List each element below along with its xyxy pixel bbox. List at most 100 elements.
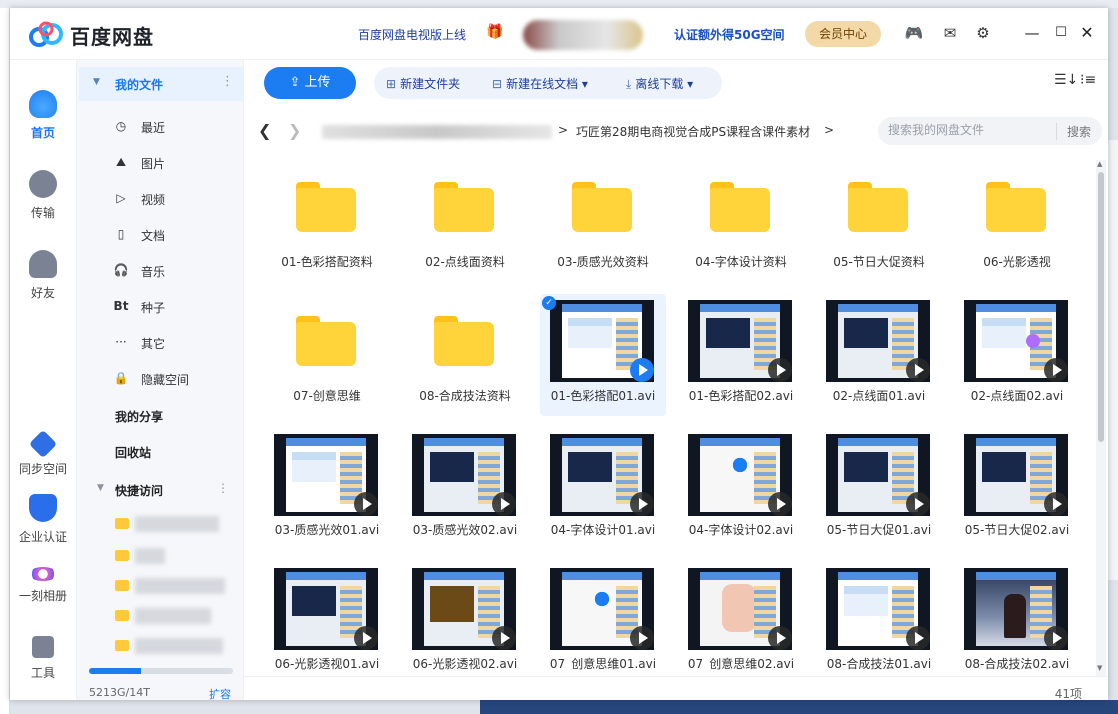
- play-icon[interactable]: [1044, 626, 1068, 650]
- back-arrow-icon[interactable]: ❮: [258, 121, 271, 140]
- play-icon[interactable]: [906, 626, 930, 650]
- new-folder-button[interactable]: ⊞ 新建文件夹: [386, 75, 460, 92]
- folder-tile[interactable]: 03-质感光效资料: [540, 160, 666, 282]
- file-name: 07_创意思维01.avi: [549, 657, 657, 670]
- video-tile[interactable]: 05-节日大促02.avi: [954, 428, 1080, 550]
- verify-space-link[interactable]: 认证额外得50G空间: [674, 26, 785, 43]
- upload-button[interactable]: ⇪ 上传: [264, 67, 356, 99]
- maximize-button[interactable]: ☐: [1050, 22, 1072, 44]
- nav-friends[interactable]: 好友: [10, 250, 76, 301]
- folder-tile[interactable]: 06-光影透视: [954, 160, 1080, 282]
- nav-album[interactable]: 一刻相册: [10, 560, 76, 604]
- video-tile[interactable]: 07_创意思维02.avi: [678, 562, 804, 670]
- file-name: 08-合成技法02.avi: [964, 657, 1070, 670]
- sidebar-item-recent[interactable]: ◷ 最近: [113, 116, 239, 138]
- user-avatar[interactable]: [523, 20, 643, 50]
- vip-center-button[interactable]: 会员中心: [805, 21, 881, 47]
- video-tile[interactable]: 04-字体设计01.avi: [540, 428, 666, 550]
- play-icon[interactable]: [906, 492, 930, 516]
- more-icon[interactable]: ⋮: [217, 481, 229, 495]
- video-tile[interactable]: 01-色彩搭配02.avi: [678, 294, 804, 416]
- mail-icon[interactable]: ✉: [939, 22, 961, 44]
- play-icon[interactable]: [354, 492, 378, 516]
- gift-icon[interactable]: 🎁: [486, 24, 503, 40]
- video-tile[interactable]: 04-字体设计02.avi: [678, 428, 804, 550]
- video-tile[interactable]: 03-质感光效02.avi: [402, 428, 528, 550]
- sort-icon[interactable]: ☰↓: [1054, 72, 1078, 88]
- video-tile[interactable]: 02-点线面02.avi: [954, 294, 1080, 416]
- breadcrumb-current[interactable]: 巧匠第28期电商视觉合成PS课程含课件素材: [576, 123, 810, 140]
- forward-arrow-icon[interactable]: ❯: [288, 121, 301, 140]
- sidebar-item-music[interactable]: 🎧 音乐: [113, 260, 239, 282]
- quick-access-item[interactable]: [115, 608, 227, 624]
- my-files-header[interactable]: ▼ 我的文件 ⋮: [79, 67, 243, 101]
- sidebar-item-recycle[interactable]: 回收站: [115, 444, 151, 461]
- play-icon[interactable]: [630, 626, 654, 650]
- play-icon[interactable]: [768, 492, 792, 516]
- nav-enterprise[interactable]: 企业认证: [10, 494, 76, 545]
- folder-tile[interactable]: 07-创意思维: [264, 294, 390, 416]
- folder-tile[interactable]: 02-点线面资料: [402, 160, 528, 282]
- play-icon[interactable]: [630, 492, 654, 516]
- scroll-down-arrow-icon[interactable]: ▼: [1097, 664, 1102, 672]
- video-tile[interactable]: 07_创意思维01.avi: [540, 562, 666, 670]
- folder-tile[interactable]: 01-色彩搭配资料: [264, 160, 390, 282]
- play-icon[interactable]: [354, 626, 378, 650]
- more-icon[interactable]: ⋮: [221, 74, 234, 89]
- play-icon[interactable]: [906, 358, 930, 382]
- nav-transfer[interactable]: 传输: [10, 170, 76, 221]
- scroll-up-arrow-icon[interactable]: ▲: [1097, 160, 1102, 168]
- sidebar-item-docs[interactable]: ▯ 文档: [113, 224, 239, 246]
- sidebar-item-torrent[interactable]: Bt 种子: [113, 296, 239, 318]
- collapse-arrow-icon[interactable]: ▼: [97, 483, 104, 493]
- sidebar-item-other[interactable]: ··· 其它: [113, 332, 239, 354]
- folder-tile[interactable]: 05-节日大促资料: [816, 160, 942, 282]
- quick-access-item[interactable]: [115, 516, 227, 532]
- sidebar-item-my-share[interactable]: 我的分享: [115, 408, 163, 425]
- video-tile[interactable]: 06-光影透视01.avi: [264, 562, 390, 670]
- game-controller-icon[interactable]: 🎮: [903, 22, 925, 44]
- search-button[interactable]: 搜索: [1056, 123, 1091, 140]
- video-tile[interactable]: ✓ 01-色彩搭配01.avi: [540, 294, 666, 416]
- quick-access-item[interactable]: [115, 578, 227, 594]
- offline-download-button[interactable]: ⤓ 离线下载 ▾: [626, 75, 693, 92]
- list-view-icon[interactable]: ⁝≡: [1080, 72, 1096, 88]
- play-icon[interactable]: [768, 358, 792, 382]
- play-icon[interactable]: [492, 492, 516, 516]
- scrollbar[interactable]: ▲ ▼: [1096, 160, 1106, 676]
- settings-gear-icon[interactable]: ⚙: [972, 22, 994, 44]
- new-online-doc-button[interactable]: ⊟ 新建在线文档 ▾: [492, 75, 588, 92]
- folder-tile[interactable]: 08-合成技法资料: [402, 294, 528, 416]
- quick-access-item[interactable]: [115, 548, 227, 564]
- play-icon[interactable]: [492, 626, 516, 650]
- minimize-button[interactable]: —: [1021, 22, 1043, 44]
- video-tile[interactable]: 06-光影透视02.avi: [402, 562, 528, 670]
- check-icon[interactable]: ✓: [542, 296, 556, 310]
- close-button[interactable]: ✕: [1076, 22, 1098, 44]
- play-icon[interactable]: [630, 358, 654, 382]
- nav-sync-space[interactable]: 同步空间: [10, 429, 76, 477]
- video-tile[interactable]: 03-质感光效01.avi: [264, 428, 390, 550]
- video-tile[interactable]: 02-点线面01.avi: [816, 294, 942, 416]
- expand-storage-link[interactable]: 扩容: [209, 686, 231, 700]
- video-tile[interactable]: 08-合成技法02.avi: [954, 562, 1080, 670]
- tv-version-link[interactable]: 百度网盘电视版上线: [358, 26, 466, 43]
- video-tile[interactable]: 08-合成技法01.avi: [816, 562, 942, 670]
- search-input[interactable]: [888, 123, 1048, 137]
- upload-label: 上传: [304, 75, 331, 90]
- sidebar-item-videos[interactable]: ▷ 视频: [113, 188, 239, 210]
- folder-tile[interactable]: 04-字体设计资料: [678, 160, 804, 282]
- quick-access-item[interactable]: [115, 638, 227, 654]
- play-icon[interactable]: [1044, 358, 1068, 382]
- play-icon[interactable]: [768, 626, 792, 650]
- nav-home[interactable]: 首页: [10, 90, 76, 141]
- thumbnail-dark: [722, 584, 756, 632]
- nav-tools[interactable]: 工具: [10, 636, 76, 681]
- quick-access-header[interactable]: ▼ 快捷访问 ⋮: [79, 479, 243, 501]
- collapse-arrow-icon[interactable]: ▼: [93, 77, 100, 87]
- play-icon[interactable]: [1044, 492, 1068, 516]
- sidebar-item-pictures[interactable]: ⛰ 图片: [113, 152, 239, 174]
- scrollbar-thumb[interactable]: [1098, 172, 1104, 442]
- video-tile[interactable]: 05-节日大促01.avi: [816, 428, 942, 550]
- sidebar-item-hidden-space[interactable]: 🔒 隐藏空间: [113, 368, 239, 390]
